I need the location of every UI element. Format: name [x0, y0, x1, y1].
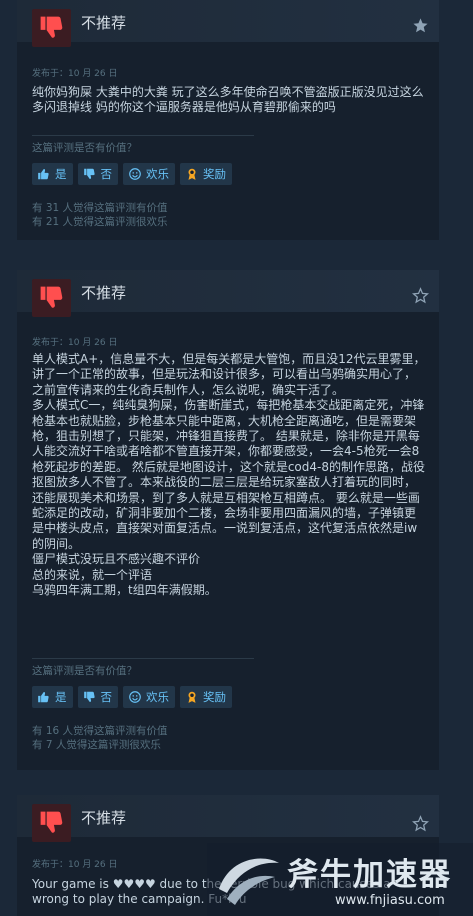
watermark-emblem-icon: [219, 858, 279, 905]
thumbs-down-small-icon: [83, 690, 97, 704]
review-paragraph: 多人模式C一，纯纯臭狗屎，伤害断崖式，每把枪基本交战距离定死，冲锋枪基本也就贴脸…: [32, 398, 425, 551]
review-verdict: 不推荐: [81, 284, 127, 302]
thumbs-down-icon: [32, 9, 71, 47]
review-paragraph: 纯你妈狗屎 大粪中的大粪 玩了这么多年使命召唤不管盗版正版没见过这么多闪退掉线 …: [32, 85, 424, 115]
vote-yes-button[interactable]: 是: [32, 163, 73, 185]
review-card: 不推荐 发布于：10 月 26 日 单人模式A+，信息量不大，但是每关都是大管饱…: [17, 270, 439, 770]
posted-date: 发布于：10 月 26 日: [32, 69, 118, 79]
watermark-name: 斧牛加速器: [287, 857, 452, 893]
thumbs-down-small-icon: [83, 167, 97, 181]
vote-no-label: 否: [100, 167, 113, 181]
divider: [32, 658, 254, 659]
vote-yes-label: 是: [55, 167, 67, 181]
review-body: 单人模式A+，信息量不大，但是每关都是大管饱，而且没12代云里雾里，讲了一个正常…: [32, 352, 427, 599]
vote-no-label: 否: [100, 690, 113, 704]
helpful-count: 有 31 人觉得这篇评测有价值: [32, 202, 168, 214]
review-paragraph: 总的来说，就一个评语: [32, 567, 153, 582]
award-star-icon[interactable]: [412, 17, 429, 38]
vote-funny-button[interactable]: 欢乐: [123, 686, 175, 708]
review-paragraph: 乌鸦四年满工期，t组四年满假期。: [32, 583, 217, 598]
helpful-count: 有 16 人觉得这篇评测有价值: [32, 725, 168, 737]
smiley-icon: [128, 167, 142, 181]
helpful-question: 这篇评测是否有价值？: [32, 665, 137, 677]
review-paragraph: 僵尸模式没玩且不感兴趣不评价: [32, 552, 201, 567]
review-verdict: 不推荐: [81, 14, 127, 32]
thumbs-down-icon: [32, 804, 71, 842]
posted-date: 发布于：10 月 26 日: [32, 860, 118, 870]
award-button[interactable]: 奖励: [180, 163, 232, 185]
review-paragraph: 单人模式A+，信息量不大，但是每关都是大管饱，而且没12代云里雾里，讲了一个正常…: [32, 352, 426, 397]
posted-date: 发布于：10 月 26 日: [32, 338, 118, 348]
review-verdict: 不推荐: [81, 809, 127, 827]
review-stats: 有 31 人觉得这篇评测有价值 有 21 人觉得这篇评测很欢乐: [32, 201, 168, 229]
thumbs-up-icon: [37, 167, 51, 181]
watermark-logo: 斧牛加速器 www.fnjiasu.com: [207, 843, 473, 916]
award-label: 奖励: [203, 690, 226, 704]
award-star-icon[interactable]: [412, 287, 429, 308]
watermark-url: www.fnjiasu.com: [335, 893, 445, 908]
thumbs-down-icon: [32, 279, 71, 317]
thumbs-up-icon: [37, 690, 51, 704]
review-header: 不推荐: [17, 0, 439, 47]
vote-yes-label: 是: [55, 690, 67, 704]
review-body: 纯你妈狗屎 大粪中的大粪 玩了这么多年使命召唤不管盗版正版没见过这么多闪退掉线 …: [32, 85, 427, 116]
award-label: 奖励: [203, 167, 226, 181]
funny-count: 有 7 人觉得这篇评测很欢乐: [32, 739, 161, 751]
award-ribbon-icon: [185, 167, 199, 181]
vote-funny-label: 欢乐: [146, 167, 169, 181]
review-header: 不推荐: [17, 270, 439, 317]
award-ribbon-icon: [185, 690, 199, 704]
award-star-icon[interactable]: [412, 815, 429, 836]
review-card: 不推荐 发布于：10 月 26 日 纯你妈狗屎 大粪中的大粪 玩了这么多年使命召…: [17, 0, 439, 240]
vote-buttons: 是 否 欢乐 奖励: [32, 686, 232, 708]
vote-funny-button[interactable]: 欢乐: [123, 163, 175, 185]
helpful-question: 这篇评测是否有价值？: [32, 142, 137, 154]
divider: [32, 135, 254, 136]
review-header: 不推荐: [17, 795, 439, 842]
vote-no-button[interactable]: 否: [77, 163, 118, 185]
vote-yes-button[interactable]: 是: [32, 686, 73, 708]
award-button[interactable]: 奖励: [180, 686, 232, 708]
vote-no-button[interactable]: 否: [77, 686, 118, 708]
vote-funny-label: 欢乐: [146, 690, 169, 704]
vote-buttons: 是 否 欢乐 奖励: [32, 163, 232, 185]
smiley-icon: [128, 690, 142, 704]
funny-count: 有 21 人觉得这篇评测很欢乐: [32, 216, 168, 228]
review-stats: 有 16 人觉得这篇评测有价值 有 7 人觉得这篇评测很欢乐: [32, 724, 168, 752]
